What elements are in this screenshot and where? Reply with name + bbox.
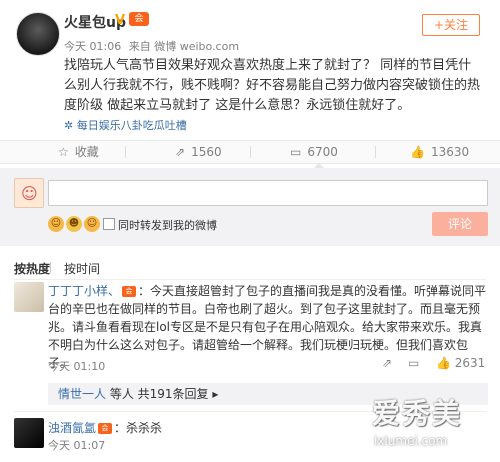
favorite-button[interactable]: ☆ 收藏: [58, 141, 99, 163]
divider: [14, 279, 486, 280]
comment-avatar[interactable]: [14, 282, 44, 312]
comment-username[interactable]: 浊酒氤氲: [48, 421, 96, 435]
comment-text: 丁丁丁小样、会：今天直接超管封了包子的直播间我是真的没看懂。听弹幕说同平台的辛巴…: [48, 282, 488, 372]
star-icon: ☆: [58, 145, 69, 159]
comment-time: 今天 01:10: [48, 360, 106, 373]
comment-username[interactable]: 丁丁丁小样、: [48, 284, 120, 298]
comment-box: ☺ ☺ ☻ ☺ 同时转发到我的微博 评论: [0, 168, 500, 246]
emoji-icon[interactable]: ☺: [48, 216, 64, 232]
post-meta: 今天 01:06 来自 微博 weibo.com: [64, 38, 239, 54]
gif-icon[interactable]: ☺: [84, 216, 100, 232]
post-header: 火星包up V 会 +关注 今天 01:06 来自 微博 weibo.com: [12, 6, 488, 56]
reply-count: 等人 共191条回复: [106, 387, 209, 401]
divider: [250, 146, 251, 158]
author-avatar[interactable]: [16, 12, 60, 56]
comment-input[interactable]: [48, 180, 488, 206]
sort-by-time-tab[interactable]: 按时间: [64, 260, 100, 277]
divider: [125, 146, 126, 158]
thumbs-up-icon: 👍: [410, 145, 425, 159]
post-source[interactable]: 微博 weibo.com: [154, 40, 239, 53]
comment-icon: ▭: [290, 145, 302, 159]
topic-icon: ✲: [64, 119, 77, 132]
follow-button[interactable]: +关注: [422, 14, 480, 36]
vip-member-icon: 会: [129, 12, 149, 26]
favorite-label: 收藏: [74, 145, 99, 159]
forward-checkbox-label: 同时转发到我的微博: [118, 219, 217, 232]
thumbs-up-icon: 👍: [436, 356, 455, 370]
topic-label: 每日娱乐八卦吃瓜吐槽: [76, 119, 187, 132]
comment-body: ：杀杀杀: [114, 421, 163, 435]
divider: [375, 146, 376, 158]
comment-avatar[interactable]: [14, 418, 44, 448]
vip-member-icon: 会: [122, 286, 137, 297]
comment-text: 浊酒氤氲会：杀杀杀: [48, 419, 162, 436]
comment-like-button[interactable]: 👍 2631: [436, 356, 485, 370]
comment-time: 今天 01:07: [48, 439, 106, 452]
site-watermark: 爱秀美 ixiumei.com: [372, 392, 498, 458]
verified-icon: V: [115, 13, 126, 28]
vip-member-icon: 会: [98, 423, 113, 434]
topic-link[interactable]: ✲ 每日娱乐八卦吃瓜吐槽: [64, 117, 187, 133]
forward-checkbox[interactable]: [103, 218, 115, 230]
share-icon[interactable]: ⇗: [382, 356, 392, 370]
watermark-logo: 爱秀美: [372, 397, 463, 430]
like-button[interactable]: 👍 13630: [410, 141, 469, 163]
watermark-url: ixiumei.com: [374, 434, 448, 448]
source-prefix: 来自: [128, 40, 151, 53]
sort-bar: 按热度 按时间: [14, 260, 100, 277]
action-bar: ☆ 收藏 ⇗ 1560 ▭ 6700 👍 13630: [0, 140, 500, 164]
my-avatar: ☺: [14, 178, 44, 208]
reply-icon[interactable]: ▭: [408, 356, 419, 370]
like-count: 13630: [430, 145, 470, 159]
comment-like-count: 2631: [454, 356, 486, 370]
comment-button[interactable]: ▭ 6700: [290, 141, 338, 163]
sort-by-hot-tab[interactable]: 按热度: [14, 262, 50, 276]
forward-button[interactable]: ⇗ 1560: [175, 141, 222, 163]
post-text: 找陪玩人气高节目效果好观众喜欢热度上来了就封了？ 同样的节目凭什么别人行我就不行…: [64, 58, 481, 113]
post-time[interactable]: 今天 01:06: [64, 40, 121, 53]
divider: [50, 262, 51, 273]
sticker-icon[interactable]: ☻: [66, 216, 82, 232]
submit-comment-button[interactable]: 评论: [432, 212, 488, 236]
reply-expand-icon: ▸: [208, 387, 219, 401]
forward-count: 1560: [191, 145, 222, 159]
forward-icon: ⇗: [175, 145, 186, 159]
reply-username[interactable]: 情世一人: [58, 387, 106, 401]
comment-count: 6700: [307, 145, 338, 159]
